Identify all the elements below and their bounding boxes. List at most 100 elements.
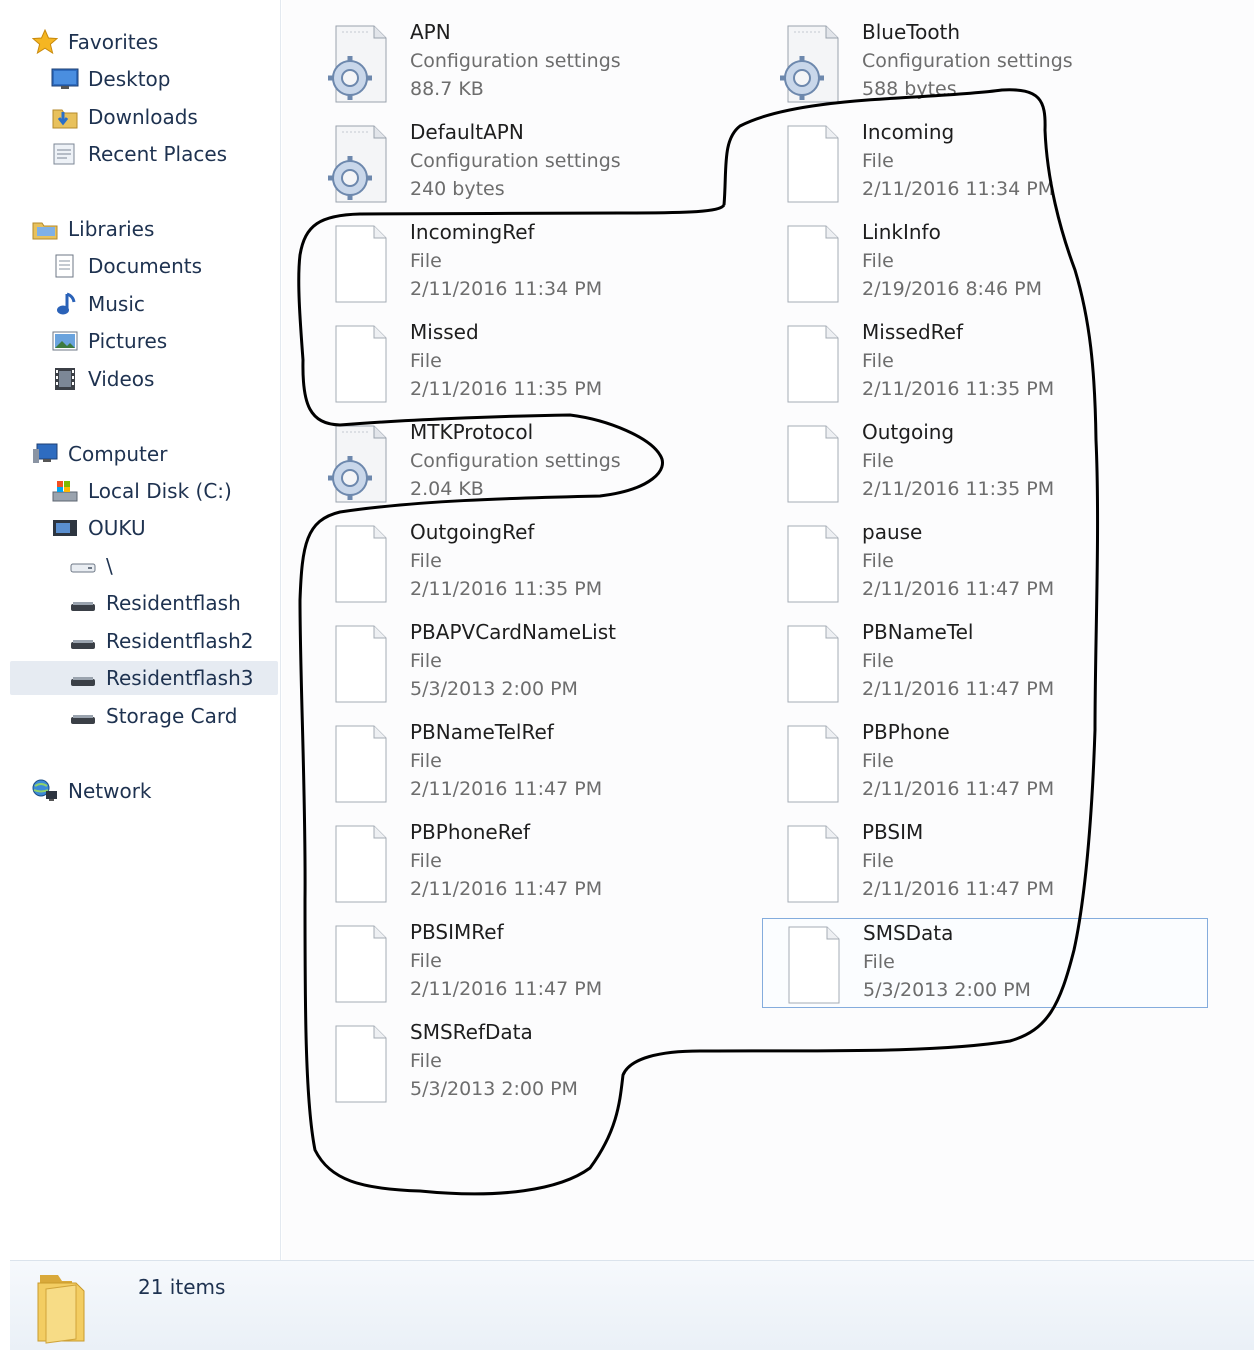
file-detail: 2/11/2016 11:34 PM: [862, 178, 1055, 200]
nav-residentflash[interactable]: Residentflash: [68, 586, 241, 620]
file-item[interactable]: Outgoing File 2/11/2016 11:35 PM: [734, 418, 1174, 508]
network-icon: [30, 778, 60, 804]
file-detail: 2/11/2016 11:47 PM: [410, 978, 603, 1000]
file-detail: 2/11/2016 11:47 PM: [862, 578, 1055, 600]
file-type: Configuration settings: [410, 450, 621, 472]
file-name: DefaultAPN: [410, 120, 524, 144]
file-item[interactable]: PBPhone File 2/11/2016 11:47 PM: [734, 718, 1174, 808]
libraries-icon: [30, 216, 60, 242]
file-list-pane: APN Configuration settings 88.7 KB BlueToot…: [282, 0, 1254, 1260]
nav-label: Desktop: [88, 67, 171, 91]
file-item[interactable]: OutgoingRef File 2/11/2016 11:35 PM: [282, 518, 722, 608]
file-detail: 2/11/2016 11:47 PM: [862, 778, 1055, 800]
file-name: Incoming: [862, 120, 955, 144]
nav-computer[interactable]: Computer: [30, 437, 167, 471]
blank-file-icon: [322, 722, 392, 806]
file-detail: 2/11/2016 11:47 PM: [862, 678, 1055, 700]
file-item[interactable]: pause File 2/11/2016 11:47 PM: [734, 518, 1174, 608]
file-name: MissedRef: [862, 320, 963, 344]
file-name: IncomingRef: [410, 220, 535, 244]
file-detail: 2/11/2016 11:47 PM: [410, 778, 603, 800]
drive-icon: [68, 590, 98, 616]
drive-icon: [68, 628, 98, 654]
file-type: File: [410, 950, 442, 972]
nav-videos[interactable]: Videos: [50, 362, 154, 396]
file-type: File: [862, 150, 894, 172]
file-item[interactable]: APN Configuration settings 88.7 KB: [282, 18, 722, 108]
navigation-pane: Favorites Desktop Downloads Recent Place…: [10, 0, 281, 1260]
nav-label: Pictures: [88, 329, 168, 353]
file-item[interactable]: DefaultAPN Configuration settings 240 byte…: [282, 118, 722, 208]
nav-residentflash2[interactable]: Residentflash2: [68, 624, 253, 658]
nav-documents[interactable]: Documents: [50, 249, 202, 283]
nav-label: Local Disk (C:): [88, 479, 232, 503]
downloads-folder-icon: [50, 104, 80, 130]
blank-file-icon: [774, 222, 844, 306]
nav-label: Residentflash2: [106, 629, 254, 653]
drive-icon: [68, 665, 98, 691]
file-type: File: [410, 750, 442, 772]
details-pane: 21 items: [10, 1260, 1254, 1350]
file-type: Configuration settings: [862, 50, 1073, 72]
nav-desktop[interactable]: Desktop: [50, 62, 170, 96]
nav-music[interactable]: Music: [50, 287, 145, 321]
nav-network[interactable]: Network: [30, 774, 152, 808]
file-item[interactable]: PBSIM File 2/11/2016 11:47 PM: [734, 818, 1174, 908]
pictures-icon: [50, 328, 80, 354]
file-item[interactable]: SMSRefData File 5/3/2013 2:00 PM: [282, 1018, 722, 1108]
file-detail: 2/11/2016 11:47 PM: [410, 878, 603, 900]
folder-icon: [32, 1269, 102, 1350]
nav-label: Favorites: [68, 30, 159, 54]
file-item[interactable]: MissedRef File 2/11/2016 11:35 PM: [734, 318, 1174, 408]
blank-file-icon: [774, 322, 844, 406]
file-item[interactable]: SMSData File 5/3/2013 2:00 PM: [762, 918, 1208, 1008]
file-item[interactable]: PBAPVCardNameList File 5/3/2013 2:00 PM: [282, 618, 722, 708]
nav-label: \: [106, 554, 113, 578]
nav-label: Residentflash3: [106, 666, 254, 690]
blank-file-icon: [775, 923, 845, 1007]
nav-ouku[interactable]: OUKU: [50, 511, 146, 545]
star-icon: [30, 29, 60, 55]
blank-file-icon: [322, 622, 392, 706]
file-detail: 2/19/2016 8:46 PM: [862, 278, 1043, 300]
file-type: File: [410, 250, 442, 272]
recent-places-icon: [50, 141, 80, 167]
file-item[interactable]: PBNameTelRef File 2/11/2016 11:47 PM: [282, 718, 722, 808]
nav-label: Computer: [68, 442, 168, 466]
blank-file-icon: [774, 422, 844, 506]
nav-recent-places[interactable]: Recent Places: [50, 137, 227, 171]
file-detail: 2/11/2016 11:35 PM: [862, 478, 1055, 500]
device-icon: [50, 515, 80, 541]
file-type: File: [862, 550, 894, 572]
nav-pictures[interactable]: Pictures: [50, 324, 167, 358]
nav-root[interactable]: \: [68, 549, 113, 583]
file-item[interactable]: IncomingRef File 2/11/2016 11:34 PM: [282, 218, 722, 308]
nav-libraries[interactable]: Libraries: [30, 212, 154, 246]
nav-downloads[interactable]: Downloads: [50, 100, 198, 134]
file-item[interactable]: MTKProtocol Configuration settings 2.04 KB: [282, 418, 722, 508]
file-detail: 2/11/2016 11:35 PM: [862, 378, 1055, 400]
file-name: SMSData: [863, 921, 954, 945]
file-name: PBSIMRef: [410, 920, 504, 944]
file-detail: 240 bytes: [410, 178, 505, 200]
file-item[interactable]: LinkInfo File 2/19/2016 8:46 PM: [734, 218, 1174, 308]
nav-residentflash3[interactable]: Residentflash3: [10, 661, 278, 695]
file-item[interactable]: PBNameTel File 2/11/2016 11:47 PM: [734, 618, 1174, 708]
nav-label: Recent Places: [88, 142, 228, 166]
nav-local-disk[interactable]: Local Disk (C:): [50, 474, 232, 508]
blank-file-icon: [774, 122, 844, 206]
file-type: File: [862, 450, 894, 472]
file-name: MTKProtocol: [410, 420, 534, 444]
nav-favorites[interactable]: Favorites: [30, 25, 158, 59]
file-item[interactable]: PBPhoneRef File 2/11/2016 11:47 PM: [282, 818, 722, 908]
nav-storage-card[interactable]: Storage Card: [68, 699, 237, 733]
file-name: Missed: [410, 320, 479, 344]
file-detail: 588 bytes: [862, 78, 957, 100]
file-name: PBPhone: [862, 720, 950, 744]
file-item[interactable]: PBSIMRef File 2/11/2016 11:47 PM: [282, 918, 722, 1008]
file-item[interactable]: Missed File 2/11/2016 11:35 PM: [282, 318, 722, 408]
file-item[interactable]: BlueTooth Configuration settings 588 bytes: [734, 18, 1174, 108]
drive-icon: [68, 703, 98, 729]
file-item[interactable]: Incoming File 2/11/2016 11:34 PM: [734, 118, 1174, 208]
config-file-icon: [322, 422, 392, 506]
